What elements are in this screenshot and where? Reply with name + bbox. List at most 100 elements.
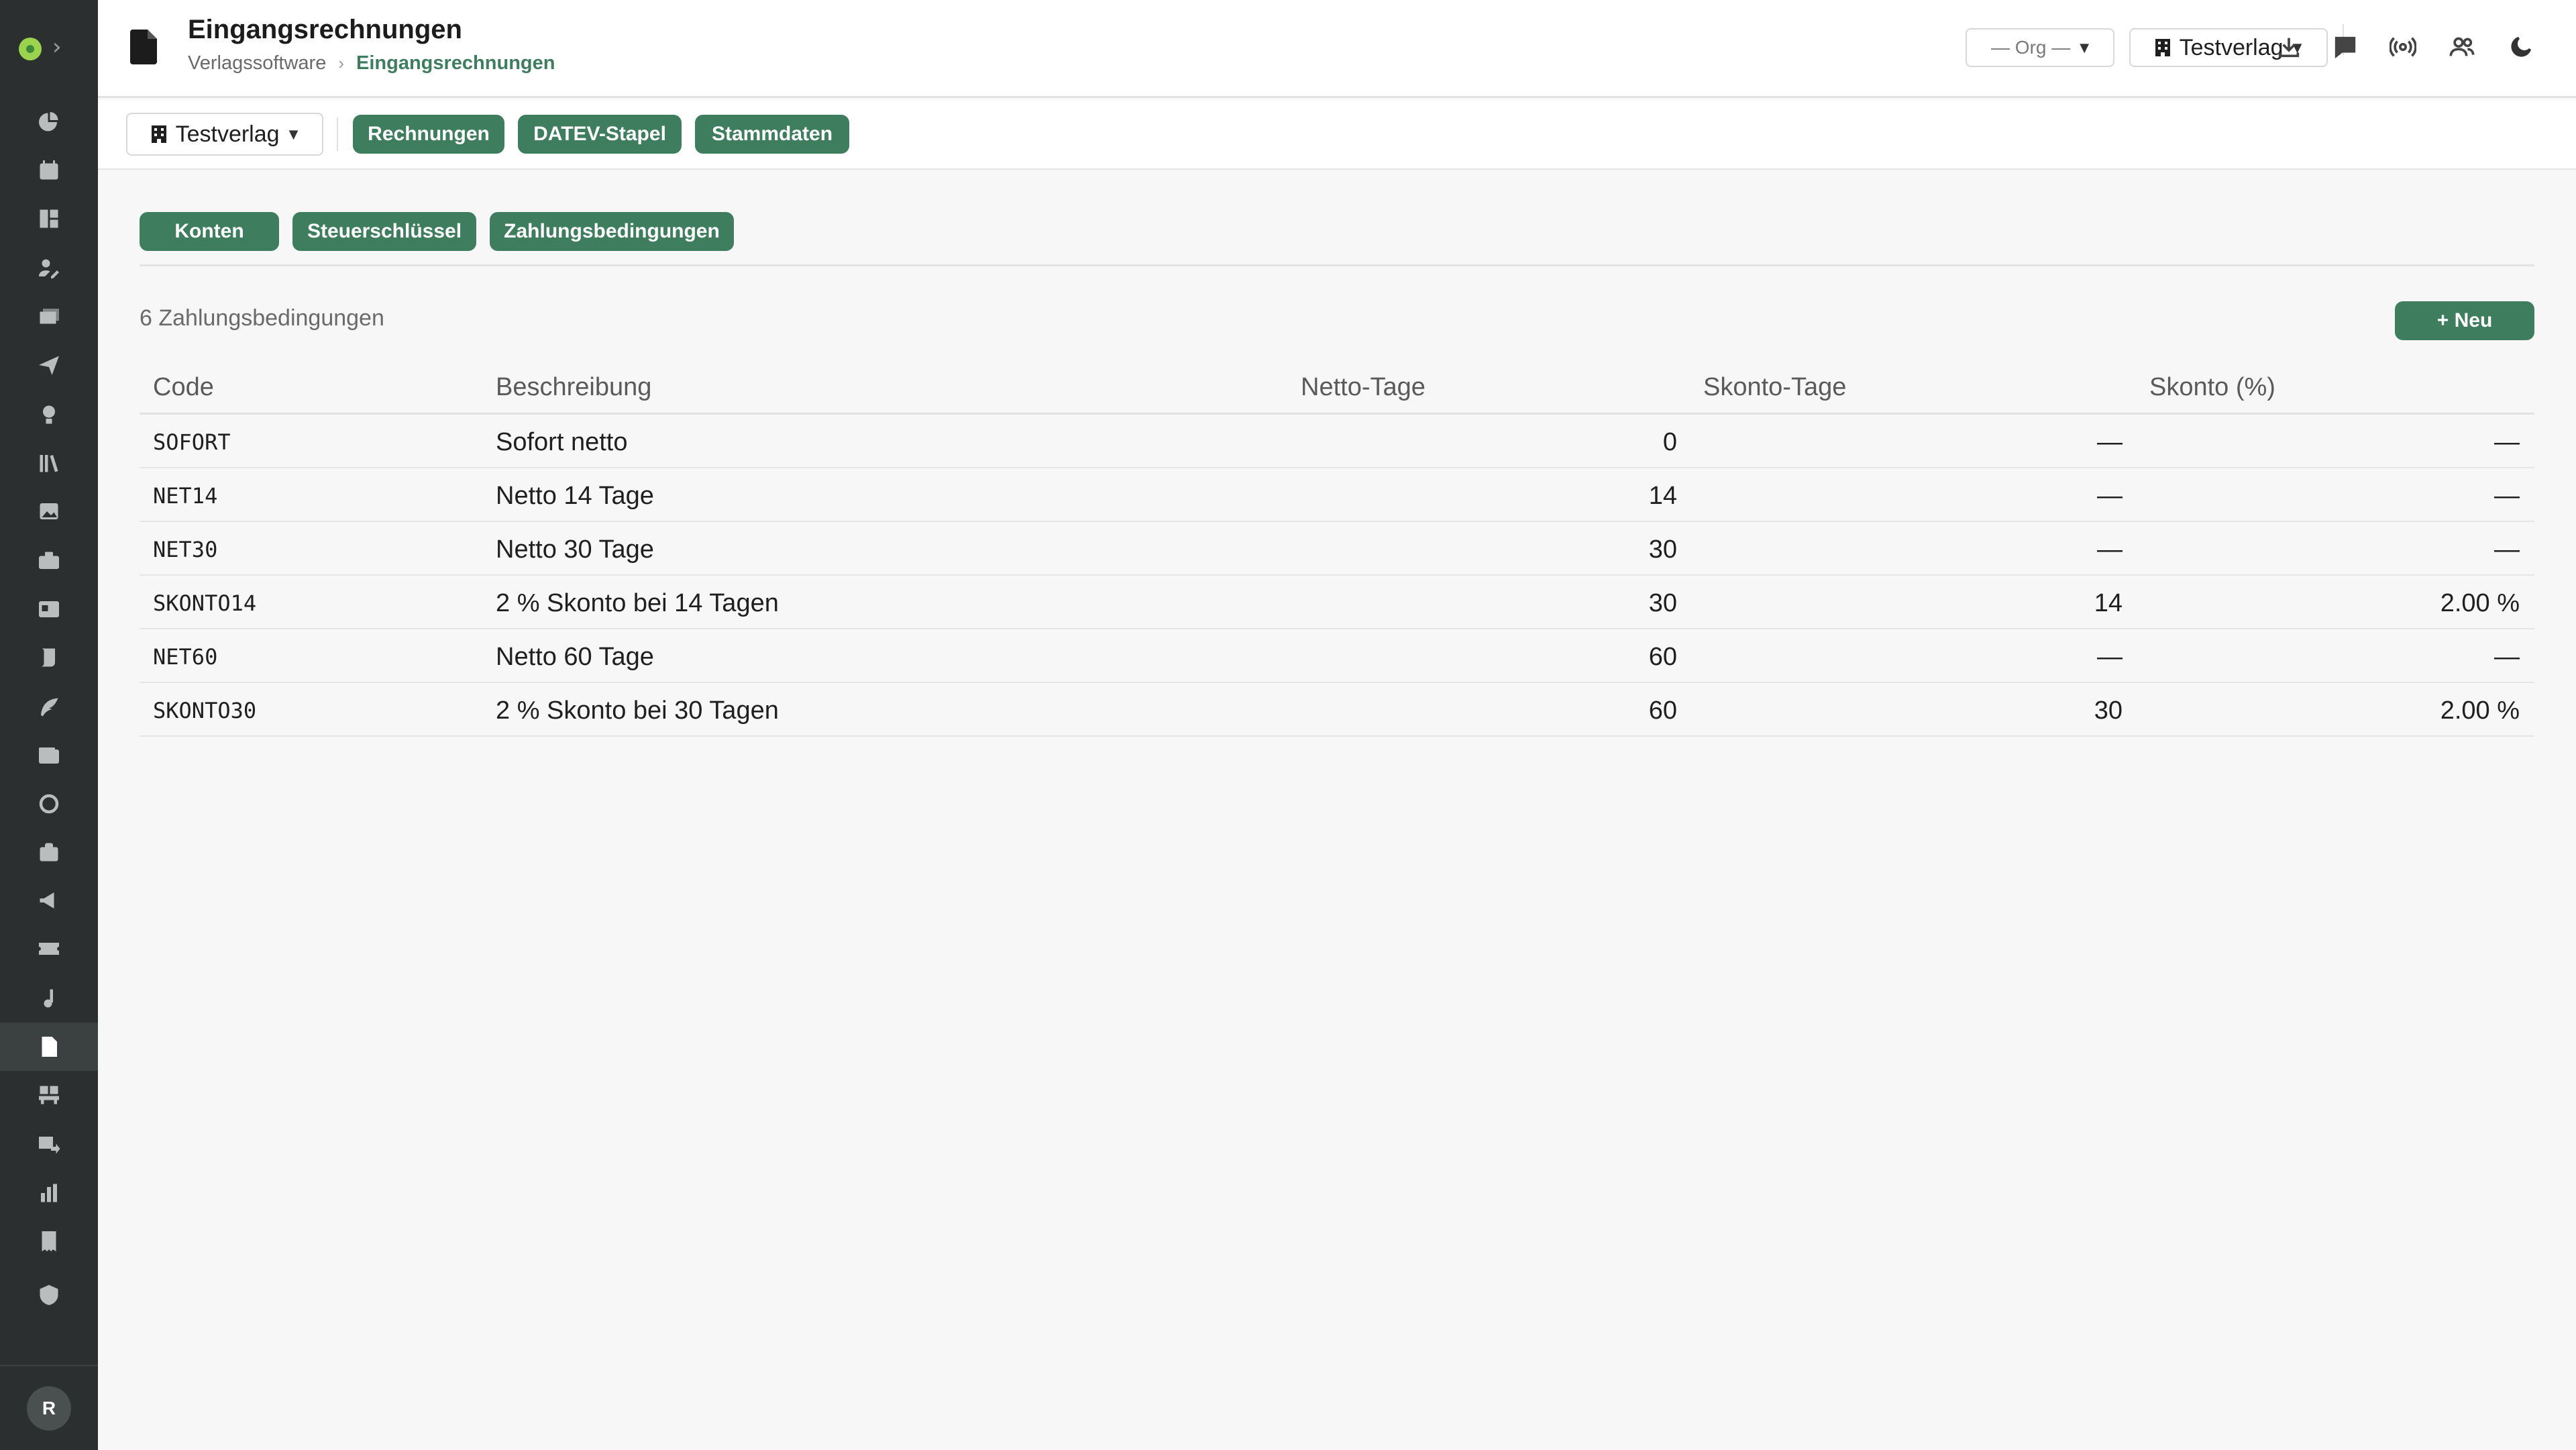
dashboard-icon	[40, 209, 58, 228]
record-count: 6 Zahlungsbedingungen	[140, 305, 384, 331]
sidebar-item-lightbulb[interactable]	[0, 391, 98, 439]
cell-beschreibung: Netto 30 Tage	[496, 535, 654, 564]
toolbar-publisher-value: Testverlag	[175, 121, 280, 147]
sidebar-item-scroll[interactable]	[0, 633, 98, 682]
column-header-skonto-tage[interactable]: Skonto-Tage	[1703, 373, 1846, 402]
sidebar-item-dashboard[interactable]	[0, 195, 98, 243]
sidebar-item-library[interactable]	[0, 439, 98, 487]
org-select[interactable]: — Org — ▼	[1966, 28, 2114, 67]
feather-icon	[41, 698, 58, 717]
chat-icon[interactable]	[2328, 30, 2363, 64]
sidebar-item-send[interactable]	[0, 341, 98, 389]
image-icon	[40, 503, 58, 519]
building-icon	[151, 125, 166, 143]
sidebar-item-invoice[interactable]	[0, 1023, 98, 1071]
app-logo[interactable]	[19, 38, 42, 60]
broadcast-icon[interactable]	[2385, 30, 2420, 64]
cell-code: NET60	[153, 644, 218, 670]
sidebar-item-wallet[interactable]	[0, 731, 98, 780]
send-icon	[39, 356, 59, 375]
tab-stammdaten[interactable]: Stammdaten	[695, 115, 849, 154]
cell-skonto-pct: 2.00 %	[2440, 589, 2520, 617]
breadcrumb-current: Eingangsrechnungen	[356, 52, 555, 74]
table-row[interactable]: NET30 Netto 30 Tage 30 — —	[140, 522, 2534, 576]
cell-beschreibung: 2 % Skonto bei 14 Tagen	[496, 589, 779, 617]
cell-skonto-pct: —	[2494, 482, 2520, 510]
download-icon[interactable]	[2271, 30, 2306, 64]
megaphone-icon	[40, 892, 54, 909]
sidebar-item-megaphone[interactable]	[0, 876, 98, 925]
tab-rechnungen[interactable]: Rechnungen	[353, 115, 504, 154]
sidebar-divider	[0, 1365, 98, 1366]
cell-skonto-tage: —	[2097, 428, 2123, 456]
org-select-value: — Org —	[1990, 37, 2071, 58]
subtab-steuerschluessel[interactable]: Steuerschlüssel	[292, 212, 476, 251]
column-header-beschreibung[interactable]: Beschreibung	[496, 373, 651, 402]
table-row[interactable]: NET14 Netto 14 Tage 14 — —	[140, 468, 2534, 522]
subtab-konten[interactable]: Konten	[140, 212, 279, 251]
sidebar-item-music[interactable]	[0, 974, 98, 1023]
building-icon	[2155, 39, 2170, 56]
new-button[interactable]: + Neu	[2395, 301, 2534, 340]
briefcase-icon	[39, 552, 59, 569]
ticket-icon	[39, 943, 59, 955]
cell-beschreibung: Sofort netto	[496, 428, 628, 456]
warehouse-icon	[39, 1086, 59, 1104]
table-row[interactable]: SOFORT Sofort netto 0 — —	[140, 415, 2534, 468]
sidebar-item-warehouse[interactable]	[0, 1071, 98, 1119]
sidebar-item-calendar[interactable]	[0, 146, 98, 195]
cell-netto-tage: 14	[1648, 482, 1677, 510]
sidebar-item-bag[interactable]	[0, 828, 98, 876]
sidebar-item-feather[interactable]	[0, 683, 98, 731]
mail-stack-icon	[40, 309, 59, 324]
sidebar-item-transfer[interactable]	[0, 1121, 98, 1169]
sidebar-expand-icon[interactable]: ›	[52, 34, 62, 60]
cell-netto-tage: 30	[1648, 589, 1677, 617]
cell-beschreibung: Netto 60 Tage	[496, 643, 654, 671]
caret-down-icon: ▼	[288, 127, 299, 142]
cell-skonto-pct: —	[2494, 535, 2520, 564]
tab-datev-stapel[interactable]: DATEV-Stapel	[518, 115, 682, 154]
caret-down-icon: ▼	[2080, 40, 2090, 55]
table-row[interactable]: SKONTO14 2 % Skonto bei 14 Tagen 30 14 2.00 …	[140, 576, 2534, 629]
cell-skonto-tage: 30	[2094, 696, 2123, 725]
table-row[interactable]: SKONTO30 2 % Skonto bei 30 Tagen 60 30 2.00 …	[140, 683, 2534, 737]
sidebar-item-pie-chart[interactable]	[0, 98, 98, 146]
table-row[interactable]: NET60 Netto 60 Tage 60 — —	[140, 629, 2534, 683]
sidebar-item-circle[interactable]	[0, 780, 98, 828]
page-title: Eingangsrechnungen	[188, 15, 462, 44]
toolbar-publisher-select[interactable]: Testverlag ▼	[126, 113, 323, 156]
table-header: Code Beschreibung Netto-Tage Skonto-Tage…	[140, 358, 2534, 415]
sidebar-item-user-edit[interactable]	[0, 244, 98, 293]
sidebar: › R	[0, 0, 98, 1450]
lightbulb-icon	[43, 405, 55, 424]
cell-skonto-tage: —	[2097, 482, 2123, 510]
cell-beschreibung: Netto 14 Tage	[496, 482, 654, 510]
music-icon	[44, 989, 53, 1008]
circle-icon	[39, 794, 59, 814]
cell-beschreibung: 2 % Skonto bei 30 Tagen	[496, 696, 779, 725]
column-header-netto-tage[interactable]: Netto-Tage	[1301, 373, 1426, 402]
sidebar-item-image[interactable]	[0, 487, 98, 535]
dark-mode-icon[interactable]	[2504, 30, 2538, 64]
sidebar-item-briefcase[interactable]	[0, 537, 98, 585]
subtab-zahlungsbedingungen[interactable]: Zahlungsbedingungen	[490, 212, 734, 251]
sidebar-item-mail-stack[interactable]	[0, 293, 98, 341]
column-header-code[interactable]: Code	[153, 373, 214, 402]
subtabs-divider	[140, 264, 2534, 266]
cell-skonto-tage: 14	[2094, 589, 2123, 617]
sidebar-item-bar-chart[interactable]	[0, 1169, 98, 1217]
sidebar-item-shield[interactable]	[0, 1271, 98, 1319]
column-header-skonto-pct[interactable]: Skonto (%)	[2149, 373, 2275, 402]
breadcrumb-root[interactable]: Verlagssoftware	[188, 52, 326, 74]
sidebar-item-receipt[interactable]	[0, 1217, 98, 1265]
cell-netto-tage: 60	[1648, 696, 1677, 725]
cell-code: NET30	[153, 537, 218, 562]
calendar-icon	[40, 160, 58, 180]
avatar[interactable]: R	[27, 1386, 71, 1431]
sidebar-item-ticket[interactable]	[0, 925, 98, 973]
pie-chart-icon	[39, 112, 58, 132]
sidebar-item-contact-card[interactable]	[0, 585, 98, 633]
cell-netto-tage: 0	[1662, 428, 1677, 456]
users-icon[interactable]	[2445, 30, 2479, 64]
